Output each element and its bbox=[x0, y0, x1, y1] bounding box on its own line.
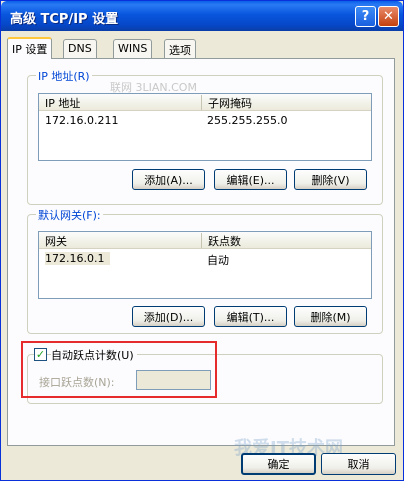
column-header-ip[interactable]: IP 地址 bbox=[39, 95, 201, 110]
ip-address-cell[interactable]: 172.16.0.211 bbox=[45, 114, 118, 127]
column-header-metric[interactable]: 跃点数 bbox=[201, 233, 373, 248]
edit-ip-button[interactable]: 编辑(E)... bbox=[214, 169, 287, 190]
tab-wins[interactable]: WINS bbox=[113, 39, 153, 58]
gateway-group-label: 默认网关(F): bbox=[36, 207, 103, 223]
subnet-mask-cell[interactable]: 255.255.255.0 bbox=[207, 114, 287, 127]
ip-address-list[interactable]: IP 地址 子网掩码 172.16.0.211 255.255.255.0 bbox=[38, 93, 372, 161]
title-bar[interactable]: 高级 TCP/IP 设置 ? ✕ bbox=[1, 1, 403, 31]
ok-button[interactable]: 确定 bbox=[241, 453, 316, 475]
gateway-list[interactable]: 网关 跃点数 172.16.0.1 自动 bbox=[38, 231, 372, 299]
ip-group-label: IP 地址(R) bbox=[36, 68, 92, 84]
highlight-box bbox=[21, 341, 217, 398]
advanced-tcpip-dialog: 高级 TCP/IP 设置 ? ✕ IP 设置 DNS WINS 选项 IP 地址… bbox=[0, 0, 404, 481]
close-button[interactable]: ✕ bbox=[378, 6, 399, 27]
add-gateway-button[interactable]: 添加(D)... bbox=[132, 306, 205, 327]
gateway-cell[interactable]: 172.16.0.1 bbox=[45, 252, 111, 265]
window-title: 高级 TCP/IP 设置 bbox=[10, 12, 119, 27]
tab-ip-settings[interactable]: IP 设置 bbox=[7, 37, 53, 59]
add-ip-button[interactable]: 添加(A)... bbox=[132, 169, 205, 190]
tab-options[interactable]: 选项 bbox=[164, 39, 196, 58]
help-button[interactable]: ? bbox=[355, 6, 376, 27]
column-header-subnet[interactable]: 子网掩码 bbox=[201, 95, 373, 110]
default-gateway-group: 默认网关(F): 网关 跃点数 172.16.0.1 自动 添加(D)... 编… bbox=[27, 207, 383, 334]
tab-dns[interactable]: DNS bbox=[63, 39, 97, 58]
gateway-list-header: 网关 跃点数 bbox=[39, 232, 371, 249]
delete-ip-button[interactable]: 删除(V) bbox=[294, 169, 367, 190]
ip-address-group: IP 地址(R) 联网 3LIAN.COM IP 地址 子网掩码 172.16.… bbox=[27, 68, 383, 205]
metric-cell[interactable]: 自动 bbox=[207, 252, 229, 268]
column-header-gateway[interactable]: 网关 bbox=[39, 233, 201, 248]
ip-list-header: IP 地址 子网掩码 bbox=[39, 94, 371, 111]
cancel-button[interactable]: 取消 bbox=[321, 453, 396, 475]
edit-gateway-button[interactable]: 编辑(T)... bbox=[214, 306, 287, 327]
delete-gateway-button[interactable]: 删除(M) bbox=[294, 306, 367, 327]
tab-panel: IP 地址(R) 联网 3LIAN.COM IP 地址 子网掩码 172.16.… bbox=[7, 58, 395, 459]
